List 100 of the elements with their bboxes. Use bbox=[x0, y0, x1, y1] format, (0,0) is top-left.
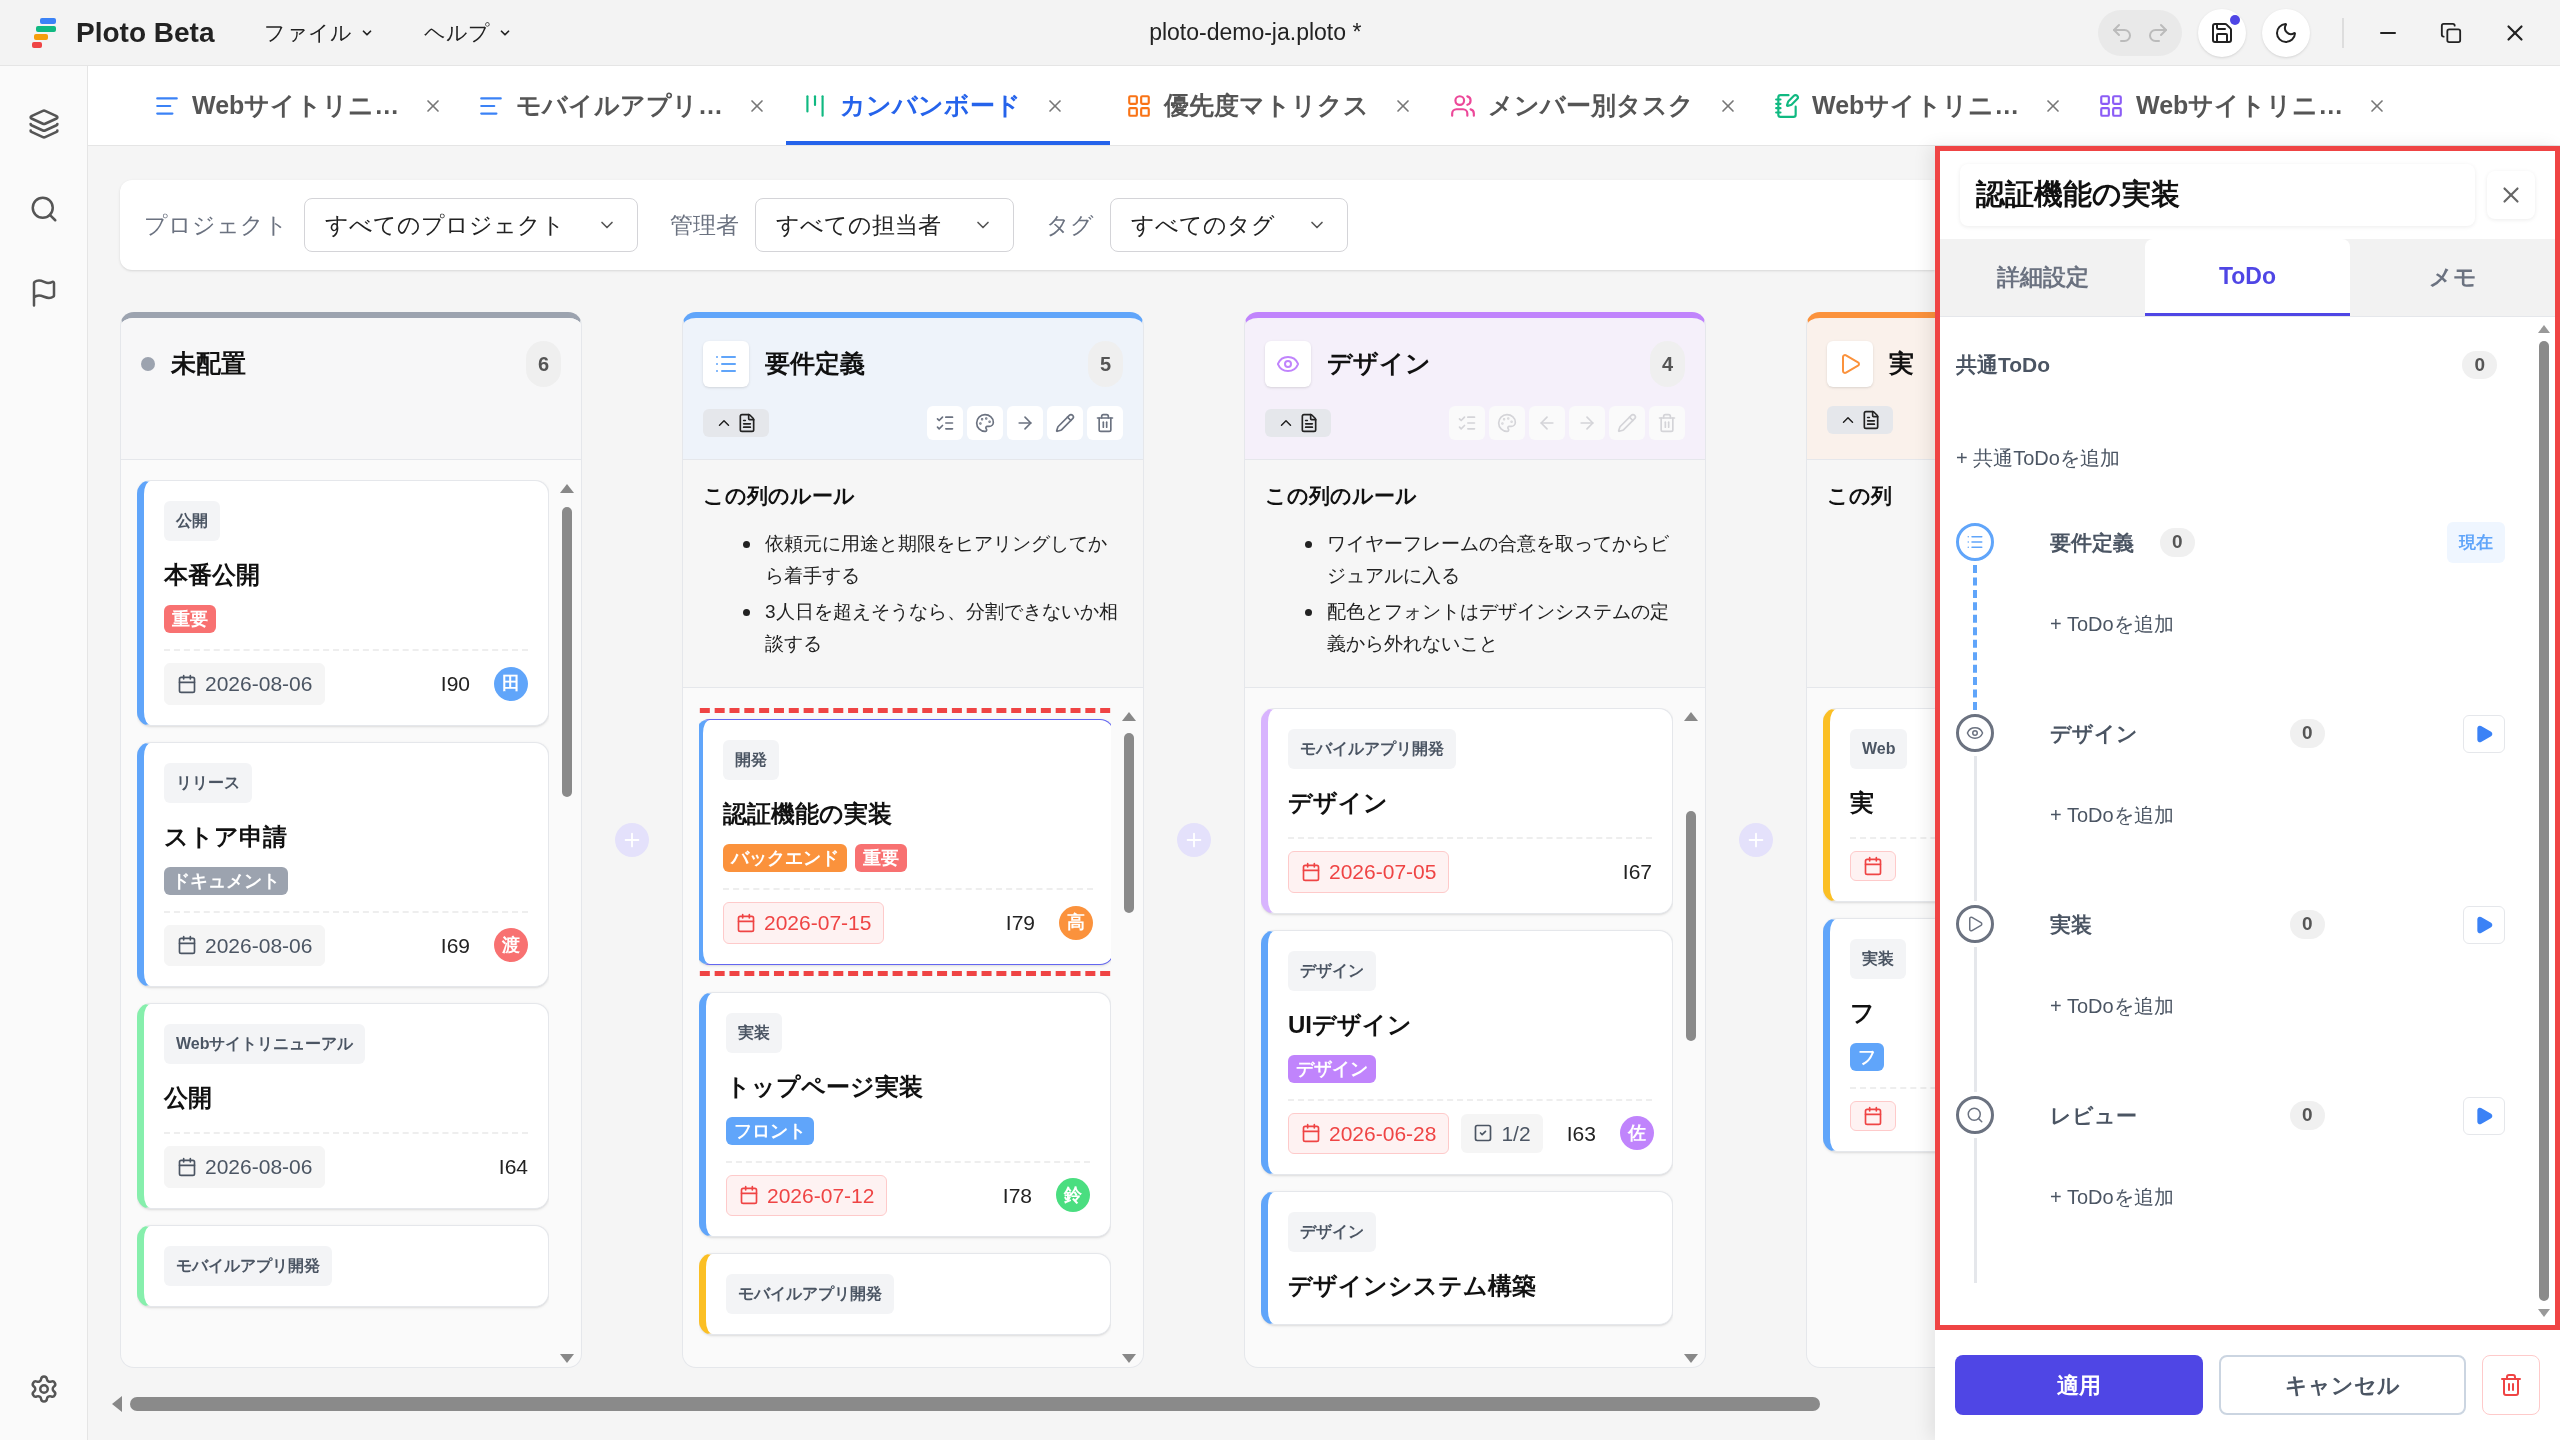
apply-button[interactable]: 適用 bbox=[1955, 1355, 2203, 1415]
edit-icon bbox=[1617, 413, 1637, 433]
filter-label: プロジェクト bbox=[144, 210, 288, 240]
delete-icon bbox=[1095, 413, 1115, 433]
theme-button[interactable] bbox=[2262, 8, 2310, 57]
rule-item: 依頼元に用途と期限をヒアリングしてから着手する bbox=[743, 527, 1123, 592]
rules-heading: この列のルール bbox=[1265, 483, 1418, 509]
layers-icon[interactable] bbox=[27, 108, 60, 140]
start-stage-button[interactable] bbox=[2463, 1096, 2505, 1135]
document-tab[interactable]: 優先度マトリクス bbox=[1110, 66, 1434, 145]
task-card[interactable]: モバイルアプリ開発 デザイン 2026-07-05 I67 bbox=[1261, 708, 1673, 914]
filter-label: タグ bbox=[1046, 210, 1094, 240]
card-count: 4 bbox=[1649, 341, 1685, 387]
due-date: 2026-08-06 bbox=[164, 1146, 326, 1188]
todo-count: 0 bbox=[2462, 350, 2497, 379]
add-todo-link[interactable]: + ToDoを追加 bbox=[2050, 990, 2174, 1021]
calendar-icon bbox=[177, 1156, 197, 1177]
search-icon bbox=[1966, 1105, 1984, 1124]
task-card[interactable]: 公開 本番公開 重要 2026-08-06 I90 田 bbox=[137, 480, 549, 726]
task-card[interactable]: モバイルアプリ開発 bbox=[137, 1224, 549, 1307]
column-title: 実 bbox=[1889, 348, 1914, 380]
task-card[interactable]: リリース ストア申請 ドキュメント 2026-08-06 I69 渡 bbox=[137, 741, 549, 987]
document-tab[interactable]: Webサイトリニ… bbox=[2082, 66, 2406, 145]
card-title: 認証機能の実装 bbox=[723, 799, 893, 829]
due-date: 2026-07-05 bbox=[1288, 851, 1450, 893]
document-tab[interactable]: モバイルアプリ… bbox=[462, 66, 786, 145]
column-title: 要件定義 bbox=[765, 348, 865, 380]
card-count: 5 bbox=[1087, 341, 1123, 387]
move-right-button[interactable] bbox=[1007, 406, 1043, 440]
todo-count: 0 bbox=[2160, 528, 2195, 557]
task-card[interactable]: デザイン UIデザイン デザイン 2026-06-28 1/2 I63 佐 bbox=[1261, 929, 1673, 1175]
filter-dropdown[interactable]: すべての担当者 bbox=[755, 198, 1014, 252]
document-tab[interactable]: メンバー別タスク bbox=[1434, 66, 1758, 145]
menu-button[interactable]: ファイル bbox=[264, 16, 375, 49]
category-tag: 実装 bbox=[1850, 939, 1906, 979]
filter-dropdown[interactable]: すべてのプロジェクト bbox=[304, 198, 638, 252]
cancel-button[interactable]: キャンセル bbox=[2218, 1355, 2467, 1415]
delete-button[interactable] bbox=[2482, 1355, 2540, 1415]
label-badge: 重要 bbox=[855, 844, 907, 872]
delete-icon bbox=[1657, 413, 1677, 433]
card-title: トップページ実装 bbox=[726, 1071, 924, 1102]
label-badge: デザイン bbox=[1288, 1054, 1376, 1083]
settings-icon[interactable] bbox=[28, 1374, 59, 1404]
checklist-icon bbox=[1457, 413, 1477, 433]
add-todo-link[interactable]: + ToDoを追加 bbox=[2050, 608, 2174, 639]
label-badge: フロント bbox=[726, 1116, 814, 1145]
assignee-avatar: 田 bbox=[494, 666, 528, 701]
collapse-toggle[interactable] bbox=[1265, 409, 1331, 437]
window-title: ploto-demo-ja.ploto * bbox=[1149, 18, 1362, 48]
play-icon bbox=[2474, 914, 2494, 935]
add-todo-link[interactable]: + ToDoを追加 bbox=[2050, 1181, 2174, 1212]
assignee-avatar: 鈴 bbox=[1056, 1178, 1090, 1213]
add-todo-link[interactable]: + 共通ToDoを追加 bbox=[1956, 442, 2120, 473]
play-icon bbox=[2474, 1105, 2494, 1126]
calendar-icon bbox=[177, 935, 197, 956]
assignee-avatar: 渡 bbox=[494, 928, 528, 963]
play-icon bbox=[1966, 914, 1984, 933]
panel-tab[interactable]: メモ bbox=[2350, 239, 2555, 316]
checklist-button[interactable] bbox=[927, 406, 963, 440]
panel-tab[interactable]: 詳細設定 bbox=[1940, 239, 2145, 316]
collapse-toggle[interactable] bbox=[703, 409, 769, 437]
task-card[interactable]: モバイルアプリ開発 bbox=[699, 1253, 1111, 1335]
checklist-count: 1/2 bbox=[1461, 1113, 1543, 1153]
filter-dropdown[interactable]: すべてのタグ bbox=[1110, 198, 1348, 252]
delete-button[interactable] bbox=[1087, 406, 1123, 440]
add-todo-link[interactable]: + ToDoを追加 bbox=[2050, 799, 2174, 830]
document-tab[interactable]: Webサイトリニ… bbox=[1758, 66, 2082, 145]
save-icon bbox=[2210, 20, 2234, 45]
stage-name: 実装 bbox=[2050, 911, 2093, 938]
collapse-toggle[interactable] bbox=[1827, 406, 1893, 434]
moon-icon bbox=[2274, 20, 2298, 45]
edit-button[interactable] bbox=[1047, 406, 1083, 440]
task-card[interactable]: Web 実 bbox=[1823, 708, 1935, 902]
task-card[interactable]: 開発 認証機能の実装 バックエンド 重要 2026-07-15 I79 高 bbox=[699, 719, 1111, 965]
panel-tab[interactable]: ToDo bbox=[2145, 239, 2350, 316]
save-button[interactable] bbox=[2198, 8, 2246, 57]
document-icon bbox=[737, 413, 757, 433]
document-tab[interactable]: Webサイトリニ… bbox=[138, 66, 462, 145]
category-tag: モバイルアプリ開発 bbox=[726, 1274, 894, 1314]
rule-item: ワイヤーフレームの合意を取ってからビジュアルに入る bbox=[1305, 527, 1685, 592]
task-card[interactable]: 実装 フ フ bbox=[1823, 918, 1935, 1152]
task-card[interactable]: Webサイトリニューアル 公開 2026-08-06 I64 bbox=[137, 1003, 549, 1209]
task-card[interactable]: デザイン デザインシステム構築 bbox=[1261, 1191, 1673, 1325]
due-date: 2026-06-28 bbox=[1288, 1112, 1450, 1154]
start-stage-button[interactable] bbox=[2463, 714, 2505, 753]
restore-icon[interactable] bbox=[2440, 21, 2462, 44]
due-date: 2026-08-06 bbox=[164, 924, 326, 966]
section-title: 共通ToDo bbox=[1956, 352, 2051, 378]
category-tag: Webサイトリニューアル bbox=[164, 1024, 366, 1064]
checklist-icon bbox=[935, 413, 955, 433]
task-card[interactable]: 実装 トップページ実装 フロント 2026-07-12 I78 鈴 bbox=[699, 991, 1111, 1237]
label-badge: バックエンド bbox=[723, 844, 847, 872]
start-stage-button[interactable] bbox=[2463, 905, 2505, 944]
due-date: 2026-08-06 bbox=[164, 663, 326, 705]
menu-button[interactable]: ヘルプ bbox=[424, 16, 513, 49]
assignee-avatar: 佐 bbox=[1619, 1116, 1654, 1151]
palette-button[interactable] bbox=[967, 406, 1003, 440]
calendar-icon bbox=[1301, 1123, 1321, 1144]
category-tag: モバイルアプリ開発 bbox=[1288, 729, 1456, 769]
document-tab[interactable]: カンバンボード bbox=[786, 66, 1110, 145]
